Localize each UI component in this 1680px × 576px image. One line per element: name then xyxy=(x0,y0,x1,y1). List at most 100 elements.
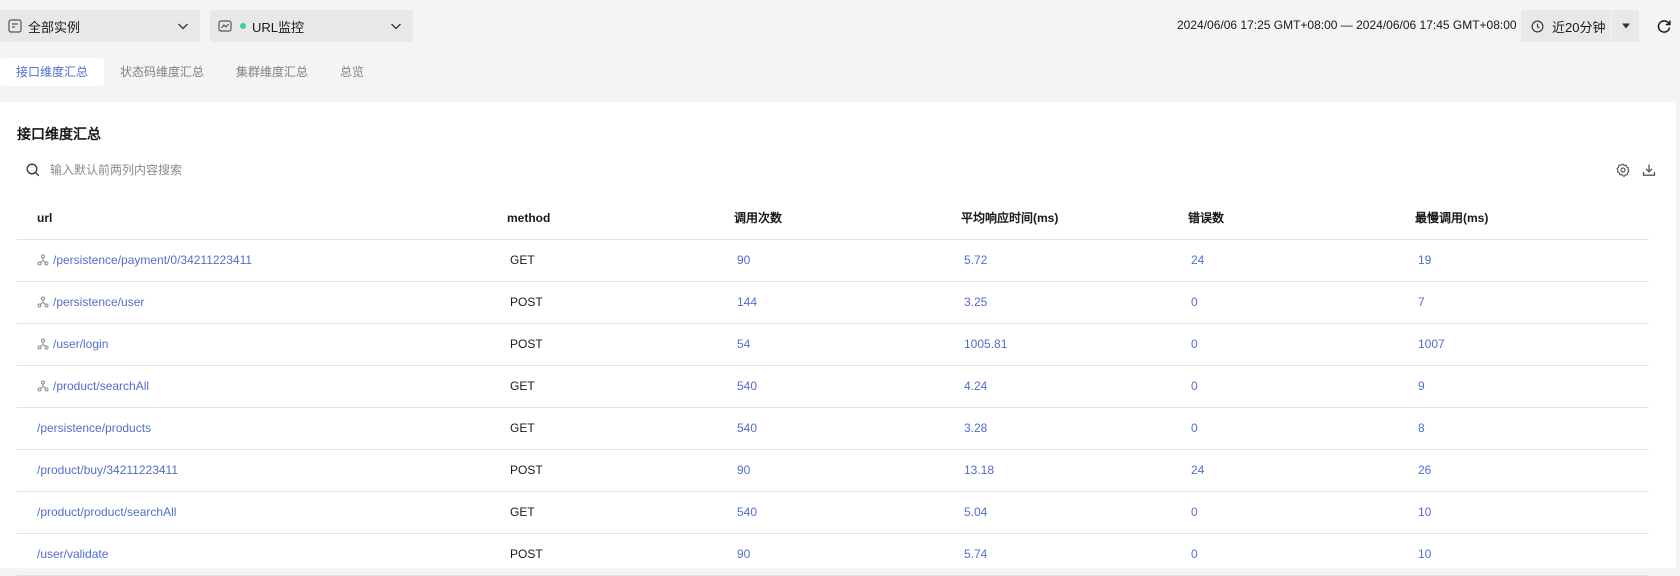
avg-cell: 3.28 xyxy=(961,407,1188,450)
errors-link[interactable]: 24 xyxy=(1188,253,1204,267)
url-cell: /product/buy/34211223411 xyxy=(17,449,507,492)
column-header-calls[interactable]: 调用次数 xyxy=(734,197,961,240)
slowest-cell: 1007 xyxy=(1415,323,1649,366)
table-header-row: url method 调用次数 平均响应时间(ms) 错误数 最慢调用(ms) xyxy=(17,197,1649,240)
slowest-cell: 7 xyxy=(1415,281,1649,324)
url-cell: /persistence/user xyxy=(17,281,507,324)
calls-cell: 540 xyxy=(734,365,961,408)
errors-link[interactable]: 0 xyxy=(1188,505,1198,519)
errors-link[interactable]: 24 xyxy=(1188,463,1204,477)
interface-table: url method 调用次数 平均响应时间(ms) 错误数 最慢调用(ms) … xyxy=(17,197,1649,576)
search-box[interactable] xyxy=(17,154,557,186)
calls-cell: 540 xyxy=(734,491,961,534)
url-link[interactable]: /user/login xyxy=(53,337,108,351)
errors-link[interactable]: 0 xyxy=(1188,295,1198,309)
instance-select-value: 全部实例 xyxy=(28,19,81,35)
avg-link[interactable]: 3.28 xyxy=(961,421,987,435)
download-button[interactable] xyxy=(1640,161,1658,179)
errors-link[interactable]: 0 xyxy=(1188,421,1198,435)
tab-status-code-summary[interactable]: 状态码维度汇总 xyxy=(104,58,220,86)
slowest-link[interactable]: 9 xyxy=(1415,379,1425,393)
table-row: /persistence/user POST 144 3.25 0 7 xyxy=(17,281,1649,324)
slowest-link[interactable]: 8 xyxy=(1415,421,1425,435)
url-cell: /user/login xyxy=(17,323,507,366)
method-text: POST xyxy=(510,337,543,351)
avg-link[interactable]: 3.25 xyxy=(961,295,987,309)
errors-cell: 0 xyxy=(1188,323,1415,366)
slowest-link[interactable]: 7 xyxy=(1415,295,1425,309)
url-cell: /product/product/searchAll xyxy=(17,491,507,534)
topology-icon xyxy=(37,296,49,308)
calls-link[interactable]: 90 xyxy=(734,463,750,477)
calls-link[interactable]: 90 xyxy=(734,547,750,561)
url-link[interactable]: /persistence/products xyxy=(37,421,151,435)
search-input[interactable] xyxy=(48,162,528,178)
monitor-select[interactable]: URL监控 xyxy=(210,10,413,42)
errors-cell: 0 xyxy=(1188,491,1415,534)
topology-icon xyxy=(37,380,49,392)
url-link[interactable]: /user/validate xyxy=(37,547,108,561)
column-header-avg-response[interactable]: 平均响应时间(ms) xyxy=(961,197,1188,240)
slowest-cell: 26 xyxy=(1415,449,1649,492)
calls-link[interactable]: 54 xyxy=(734,337,750,351)
slowest-link[interactable]: 10 xyxy=(1415,505,1431,519)
avg-link[interactable]: 5.04 xyxy=(961,505,987,519)
method-text: GET xyxy=(510,505,535,519)
errors-cell: 0 xyxy=(1188,407,1415,450)
time-picker-value: 近20分钟 xyxy=(1552,19,1606,35)
download-icon xyxy=(1642,163,1656,177)
column-header-url[interactable]: url xyxy=(17,197,507,240)
url-link[interactable]: /persistence/user xyxy=(53,295,144,309)
calls-link[interactable]: 540 xyxy=(734,379,757,393)
slowest-cell: 19 xyxy=(1415,239,1649,282)
avg-cell: 13.18 xyxy=(961,449,1188,492)
table-row: /user/validate POST 90 5.74 0 10 xyxy=(17,533,1649,576)
tab-cluster-summary[interactable]: 集群维度汇总 xyxy=(220,58,324,86)
slowest-link[interactable]: 19 xyxy=(1415,253,1431,267)
avg-link[interactable]: 5.74 xyxy=(961,547,987,561)
errors-link[interactable]: 0 xyxy=(1188,337,1198,351)
url-cell: /product/searchAll xyxy=(17,365,507,408)
monitor-icon xyxy=(218,19,232,33)
settings-button[interactable] xyxy=(1614,161,1632,179)
calls-link[interactable]: 144 xyxy=(734,295,757,309)
method-cell: POST xyxy=(507,533,734,576)
calls-link[interactable]: 90 xyxy=(734,253,750,267)
method-cell: GET xyxy=(507,491,734,534)
method-cell: GET xyxy=(507,365,734,408)
errors-cell: 0 xyxy=(1188,365,1415,408)
tab-overview[interactable]: 总览 xyxy=(324,58,380,86)
tab-interface-summary[interactable]: 接口维度汇总 xyxy=(0,58,105,86)
avg-link[interactable]: 1005.81 xyxy=(961,337,1007,351)
column-header-errors[interactable]: 错误数 xyxy=(1188,197,1415,240)
slowest-link[interactable]: 1007 xyxy=(1415,337,1445,351)
avg-cell: 4.24 xyxy=(961,365,1188,408)
slowest-link[interactable]: 26 xyxy=(1415,463,1431,477)
calls-link[interactable]: 540 xyxy=(734,505,757,519)
table-row: /user/login POST 54 1005.81 0 1007 xyxy=(17,323,1649,366)
slowest-cell: 10 xyxy=(1415,491,1649,534)
method-cell: GET xyxy=(507,239,734,282)
gear-icon xyxy=(1616,163,1630,177)
refresh-icon xyxy=(1656,18,1672,34)
avg-link[interactable]: 4.24 xyxy=(961,379,987,393)
avg-link[interactable]: 5.72 xyxy=(961,253,987,267)
calls-link[interactable]: 540 xyxy=(734,421,757,435)
column-header-method[interactable]: method xyxy=(507,197,734,240)
method-text: POST xyxy=(510,295,543,309)
errors-link[interactable]: 0 xyxy=(1188,547,1198,561)
errors-link[interactable]: 0 xyxy=(1188,379,1198,393)
url-link[interactable]: /product/buy/34211223411 xyxy=(37,463,178,477)
table-row: /persistence/products GET 540 3.28 0 8 xyxy=(17,407,1649,450)
time-picker[interactable]: 近20分钟 xyxy=(1521,10,1639,42)
url-link[interactable]: /persistence/payment/0/34211223411 xyxy=(53,253,252,267)
caret-down-icon[interactable] xyxy=(1611,10,1639,42)
instance-select[interactable]: 全部实例 xyxy=(0,10,200,42)
url-link[interactable]: /product/searchAll xyxy=(53,379,149,393)
tab-bar: 接口维度汇总 状态码维度汇总 集群维度汇总 总览 xyxy=(0,58,380,86)
avg-link[interactable]: 13.18 xyxy=(961,463,994,477)
slowest-link[interactable]: 10 xyxy=(1415,547,1431,561)
url-link[interactable]: /product/product/searchAll xyxy=(37,505,176,519)
refresh-button[interactable] xyxy=(1650,12,1678,40)
column-header-slowest[interactable]: 最慢调用(ms) xyxy=(1415,197,1649,240)
